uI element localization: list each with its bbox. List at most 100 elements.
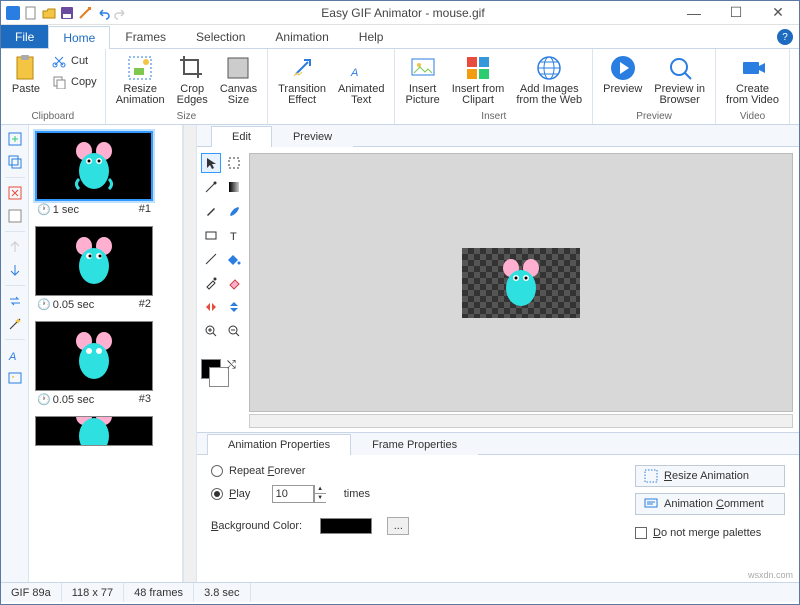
tool-movedown-icon[interactable] <box>5 260 25 280</box>
undo-icon[interactable] <box>95 5 111 21</box>
preview-button[interactable]: Preview <box>599 51 646 97</box>
wizard-icon[interactable] <box>77 5 93 21</box>
merge-palettes-checkbox[interactable]: Do not merge palettes <box>635 527 761 539</box>
tab-help[interactable]: Help <box>344 25 399 48</box>
new-icon[interactable] <box>23 5 39 21</box>
status-version: GIF 89a <box>1 583 62 602</box>
swap-colors-icon[interactable]: ⤭ <box>227 359 245 372</box>
statusbar: GIF 89a 118 x 77 48 frames 3.8 sec <box>1 582 799 602</box>
group-clipboard: Clipboard <box>31 110 74 124</box>
bgcolor-picker-button[interactable]: ... <box>387 517 409 535</box>
flipv-tool-icon[interactable] <box>224 297 244 317</box>
frame-item[interactable]: 🕐 0.05 sec#2 <box>35 226 176 311</box>
close-button[interactable]: ✕ <box>757 1 799 25</box>
resize-button[interactable]: Resize Animation <box>112 51 169 108</box>
main-area: A 🕐 1 sec#1 🕐 0.05 sec#2 🕐 0.05 sec#3 Ed… <box>1 125 799 582</box>
resize-animation-button[interactable]: Resize Animation <box>635 465 785 487</box>
tab-frame-properties[interactable]: Frame Properties <box>351 434 478 455</box>
text-tool-icon[interactable]: T <box>224 225 244 245</box>
preview-browser-button[interactable]: Preview in Browser <box>650 51 709 108</box>
add-web-images-button[interactable]: Add Images from the Web <box>512 51 586 108</box>
copy-button[interactable]: Copy <box>49 72 99 92</box>
frame-item[interactable]: 🕐 1 sec#1 <box>35 131 176 216</box>
status-framecount: 48 frames <box>124 583 194 602</box>
editor-tab-preview[interactable]: Preview <box>272 126 353 147</box>
app-icon <box>5 5 21 21</box>
animated-text-button[interactable]: AAnimated Text <box>334 51 388 108</box>
tool-wand-icon[interactable] <box>5 314 25 334</box>
fill-tool-icon[interactable] <box>224 249 244 269</box>
create-from-video-button[interactable]: Create from Video <box>722 51 783 108</box>
svg-text:A: A <box>8 351 16 363</box>
frames-scrollbar[interactable] <box>183 125 197 582</box>
tool-reverse-icon[interactable] <box>5 291 25 311</box>
group-size: Size <box>177 110 196 124</box>
window-title: Easy GIF Animator - mouse.gif <box>133 6 673 20</box>
tool-duplicate-icon[interactable] <box>5 152 25 172</box>
insert-picture-button[interactable]: Insert Picture <box>401 51 443 108</box>
frame-item[interactable]: 🕐 0.05 sec#3 <box>35 321 176 406</box>
rect-tool-icon[interactable] <box>201 225 221 245</box>
animation-comment-button[interactable]: Animation Comment <box>635 493 785 515</box>
canvas-size-button[interactable]: Canvas Size <box>216 51 261 108</box>
svg-text:T: T <box>230 231 237 242</box>
open-icon[interactable] <box>41 5 57 21</box>
insert-clipart-button[interactable]: Insert from Clipart <box>448 51 509 108</box>
line-tool-icon[interactable] <box>201 249 221 269</box>
tab-animation-properties[interactable]: Animation Properties <box>207 434 351 455</box>
maximize-button[interactable]: ☐ <box>715 1 757 25</box>
cut-button[interactable]: Cut <box>49 51 99 71</box>
minimize-button[interactable]: — <box>673 1 715 25</box>
editor-tab-edit[interactable]: Edit <box>211 126 272 147</box>
paste-button[interactable]: Paste <box>7 51 45 97</box>
zoomout-tool-icon[interactable] <box>224 321 244 341</box>
zoomin-tool-icon[interactable] <box>201 321 221 341</box>
crop-button[interactable]: Crop Edges <box>173 51 212 108</box>
frame-item[interactable] <box>35 416 176 446</box>
watermark: wsxdn.com <box>748 570 793 580</box>
status-duration: 3.8 sec <box>194 583 250 602</box>
pointer-tool-icon[interactable] <box>201 153 221 173</box>
play-radio[interactable] <box>211 488 223 500</box>
save-icon[interactable] <box>59 5 75 21</box>
tab-frames[interactable]: Frames <box>110 25 181 48</box>
eraser-tool-icon[interactable] <box>224 273 244 293</box>
tool-moveup-icon[interactable] <box>5 237 25 257</box>
play-count-stepper[interactable]: ▲▼ <box>314 485 326 503</box>
tab-animation[interactable]: Animation <box>260 25 343 48</box>
properties-panel: Animation Properties Frame Properties Re… <box>197 432 799 582</box>
svg-text:A: A <box>350 67 358 79</box>
background-color[interactable] <box>209 367 229 387</box>
tab-selection[interactable]: Selection <box>181 25 260 48</box>
canvas[interactable] <box>249 153 793 412</box>
fliph-tool-icon[interactable] <box>201 297 221 317</box>
marquee-tool-icon[interactable] <box>224 153 244 173</box>
tool-delete-icon[interactable] <box>5 183 25 203</box>
frames-panel: 🕐 1 sec#1 🕐 0.05 sec#2 🕐 0.05 sec#3 <box>29 125 183 582</box>
tool-image-icon[interactable] <box>5 368 25 388</box>
repeat-forever-radio[interactable]: Repeat Forever <box>211 465 409 477</box>
tab-home[interactable]: Home <box>48 26 110 49</box>
gradient-tool-icon[interactable] <box>224 177 244 197</box>
tool-clear-icon[interactable] <box>5 206 25 226</box>
editor-panel: Edit Preview T ⤭ <box>197 125 799 582</box>
canvas-hscrollbar[interactable] <box>249 414 793 428</box>
redo-icon[interactable] <box>113 5 129 21</box>
tool-add-frame-icon[interactable] <box>5 129 25 149</box>
titlebar: Easy GIF Animator - mouse.gif — ☐ ✕ <box>1 1 799 25</box>
group-preview: Preview <box>636 110 672 124</box>
help-icon[interactable]: ? <box>777 29 793 45</box>
status-dimensions: 118 x 77 <box>62 583 124 602</box>
left-toolbar: A <box>1 125 29 582</box>
play-count-input[interactable]: 10 <box>272 485 314 503</box>
wand-tool-icon[interactable] <box>201 177 221 197</box>
tool-text-icon[interactable]: A <box>5 345 25 365</box>
brush-tool-icon[interactable] <box>224 201 244 221</box>
pencil-tool-icon[interactable] <box>201 201 221 221</box>
eyedropper-tool-icon[interactable] <box>201 273 221 293</box>
file-menu[interactable]: File <box>1 25 48 48</box>
transition-button[interactable]: Transition Effect <box>274 51 330 108</box>
bgcolor-swatch[interactable] <box>320 518 372 534</box>
group-video: Video <box>740 110 765 124</box>
menubar: File Home Frames Selection Animation Hel… <box>1 25 799 49</box>
